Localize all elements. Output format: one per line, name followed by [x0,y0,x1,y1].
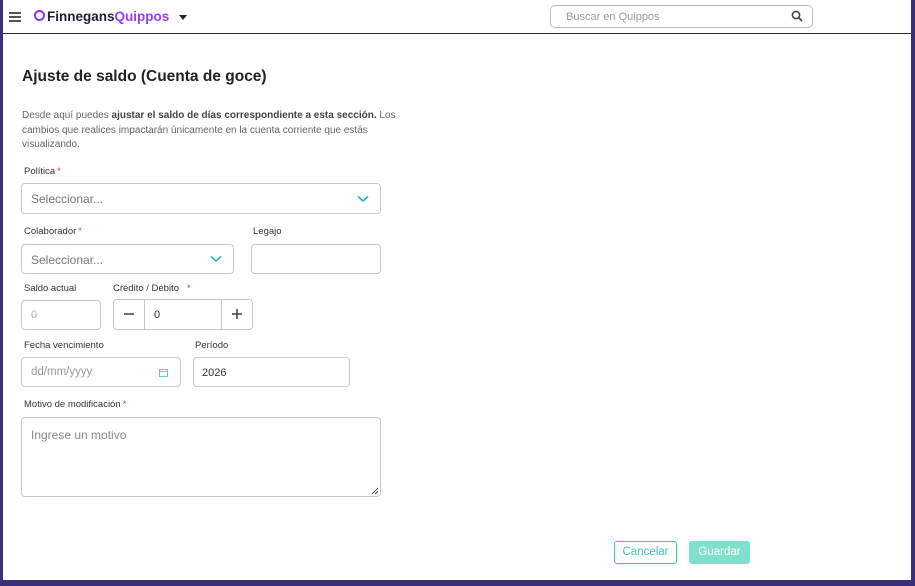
required-mark: * [122,399,127,410]
logo-text-finnegans: Finnegans [47,9,115,24]
resize-handle-icon[interactable] [371,487,379,495]
search-input[interactable] [564,10,788,24]
fecha-vencimiento-placeholder: dd/mm/yyyy [31,366,93,378]
politica-label-text: Política [24,166,56,177]
required-mark: * [187,283,191,294]
minus-icon [124,313,134,315]
description-text-bold: ajustar el saldo de días correspondiente… [111,110,377,121]
global-search [550,5,813,28]
logo-mark-icon [34,10,45,21]
saldo-actual-field: 0 [21,300,101,330]
motivo-placeholder: Ingrese un motivo [31,428,127,442]
description-text-prefix: Desde aquí puedes [22,110,112,121]
save-button[interactable]: Guardar [689,541,750,564]
hamburger-menu-icon[interactable] [9,12,21,22]
periodo-value: 2026 [202,367,227,379]
credito-debito-label-text: Crédito / Débito [113,283,180,294]
motivo-label: Motivo de modificación * [24,399,126,410]
colaborador-label: Colaborador * [24,226,82,237]
increment-button[interactable] [221,300,252,329]
calendar-icon[interactable] [159,368,168,377]
legajo-field[interactable] [251,244,381,274]
top-bar: FinnegansQuippos [3,0,911,34]
periodo-label: Período [195,340,229,351]
colaborador-label-text: Colaborador [24,226,77,237]
page-title: Ajuste de saldo (Cuenta de goce) [22,68,267,85]
credito-debito-label: Crédito / Débito * [113,283,191,294]
politica-placeholder: Seleccionar... [31,192,104,206]
page-description: Desde aquí puedes ajustar el saldo de dí… [22,109,402,153]
cancel-button[interactable]: Cancelar [614,541,677,564]
credito-debito-input[interactable]: 0 [154,309,160,321]
saldo-actual-value: 0 [31,309,38,321]
required-mark: * [78,226,82,237]
required-mark: * [57,166,61,177]
decrement-button[interactable] [114,300,145,329]
plus-icon [232,309,242,319]
saldo-actual-label: Saldo actual [24,283,77,294]
app-window: FinnegansQuippos Ajuste de saldo (Cuenta… [3,0,911,580]
colaborador-select[interactable]: Seleccionar... [21,244,234,274]
fecha-vencimiento-field[interactable]: dd/mm/yyyy [21,357,181,387]
chevron-down-icon [357,195,369,203]
motivo-textarea[interactable]: Ingrese un motivo [21,417,381,497]
credito-debito-stepper: 0 [113,299,253,330]
app-switcher-caret-icon[interactable] [179,15,187,20]
app-logo[interactable]: FinnegansQuippos [34,9,169,24]
search-icon[interactable] [791,10,803,22]
legajo-label: Legajo [253,226,282,237]
colaborador-placeholder: Seleccionar... [31,253,104,267]
motivo-label-text: Motivo de modificación [24,399,121,410]
fecha-vencimiento-label: Fecha vencimiento [24,340,104,351]
logo-text-quippos: Quippos [114,9,170,24]
politica-label: Política * [24,166,61,177]
politica-select[interactable]: Seleccionar... [21,183,381,214]
periodo-field[interactable]: 2026 [193,357,350,387]
chevron-down-icon [210,255,222,263]
